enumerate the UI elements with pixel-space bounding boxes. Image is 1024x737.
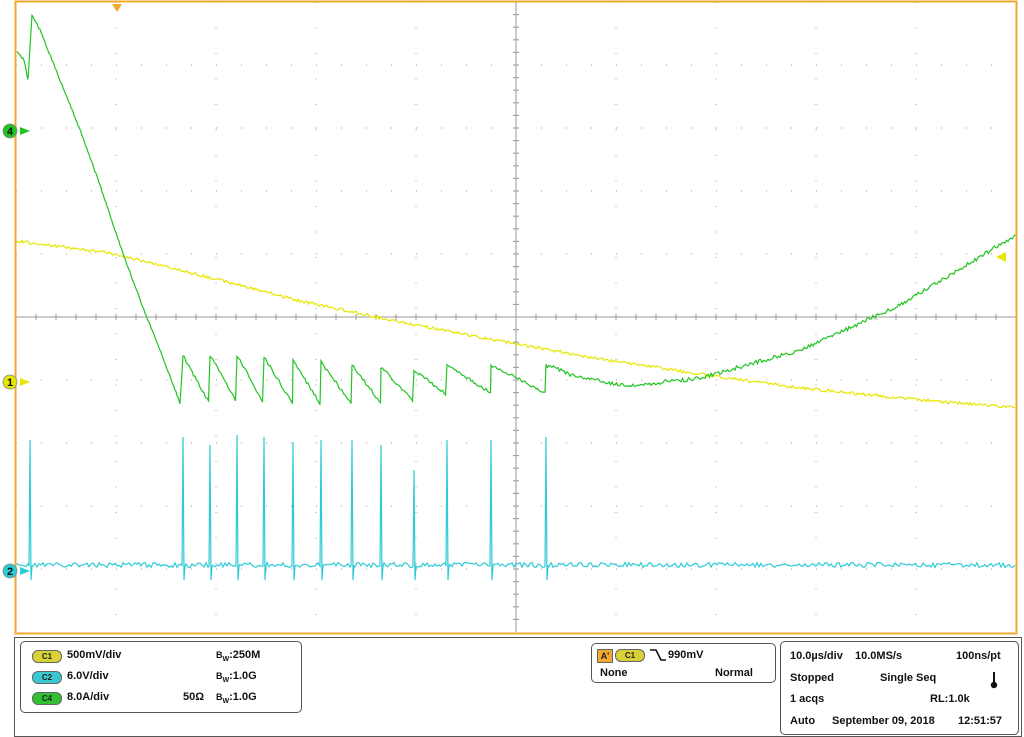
acquisition-count: 1 acqs <box>790 693 825 705</box>
acquisition-sequence: Single Seq <box>880 672 937 684</box>
ch1-bw-value: :250M <box>229 649 261 661</box>
timebase: 10.0µs/div <box>790 650 843 662</box>
ch2-badge[interactable]: C2 <box>32 671 62 684</box>
ch4-bandwidth: BW:1.0G <box>216 691 257 705</box>
ch2-bw-value: :1.0G <box>229 670 257 682</box>
ch1-marker-label: 1 <box>7 377 13 389</box>
trigger-mode: Normal <box>715 667 753 679</box>
sample-rate: 10.0MS/s <box>855 650 903 662</box>
trigger-source-badge: C1 <box>615 649 645 662</box>
ch1-badge[interactable]: C1 <box>32 650 62 663</box>
acquisition-panel[interactable]: 10.0µs/div 10.0MS/s 100ns/pt Stopped Sin… <box>780 641 1019 735</box>
ch2-bw-b: B <box>216 671 223 681</box>
ch4-bw-w: W <box>222 698 230 705</box>
trigger-level-marker[interactable] <box>996 252 1006 262</box>
ch4-scale: 8.0A/div <box>67 691 110 703</box>
ch4-impedance: 50Ω <box>183 691 205 703</box>
time: 12:51:57 <box>958 715 1003 727</box>
ch1-scale: 500mV/div <box>67 649 122 661</box>
ch2-bandwidth: BW:1.0G <box>216 670 257 684</box>
time-resolution: 100ns/pt <box>956 650 1001 662</box>
ch1-bw-b: B <box>216 650 223 660</box>
waveform-display[interactable]: 4 1 2 <box>0 0 1024 636</box>
ch2-marker-label: 2 <box>7 566 13 578</box>
ch4-bw-value: :1.0G <box>229 691 257 703</box>
acquisition-state: Stopped <box>790 672 834 684</box>
thermometer-icon <box>990 672 998 689</box>
ch1-bw-w: W <box>222 656 230 663</box>
trigger-a-badge: A' <box>597 649 613 663</box>
trigger-position-marker[interactable] <box>112 4 122 12</box>
falling-edge-icon <box>650 649 666 661</box>
date: September 09, 2018 <box>832 715 935 727</box>
ch2-scale: 6.0V/div <box>67 670 109 682</box>
ch1-bandwidth: BW:250M <box>216 649 261 663</box>
graticule <box>15 1 1017 632</box>
ch2-bw-w: W <box>222 677 230 684</box>
ch4-bw-b: B <box>216 692 223 702</box>
record-length: RL:1.0k <box>930 693 970 705</box>
trigger-sweep-mode: Auto <box>790 715 816 727</box>
trigger-coupling: None <box>600 667 628 679</box>
ch4-marker-label: 4 <box>7 126 14 138</box>
trigger-level: 990mV <box>668 649 704 661</box>
trigger-settings-panel[interactable]: A' C1 990mV None Normal <box>591 643 776 683</box>
ch4-badge[interactable]: C4 <box>32 692 62 705</box>
channel-settings-panel: C1 500mV/div BW:250M C2 6.0V/div BW:1.0G… <box>20 641 302 713</box>
